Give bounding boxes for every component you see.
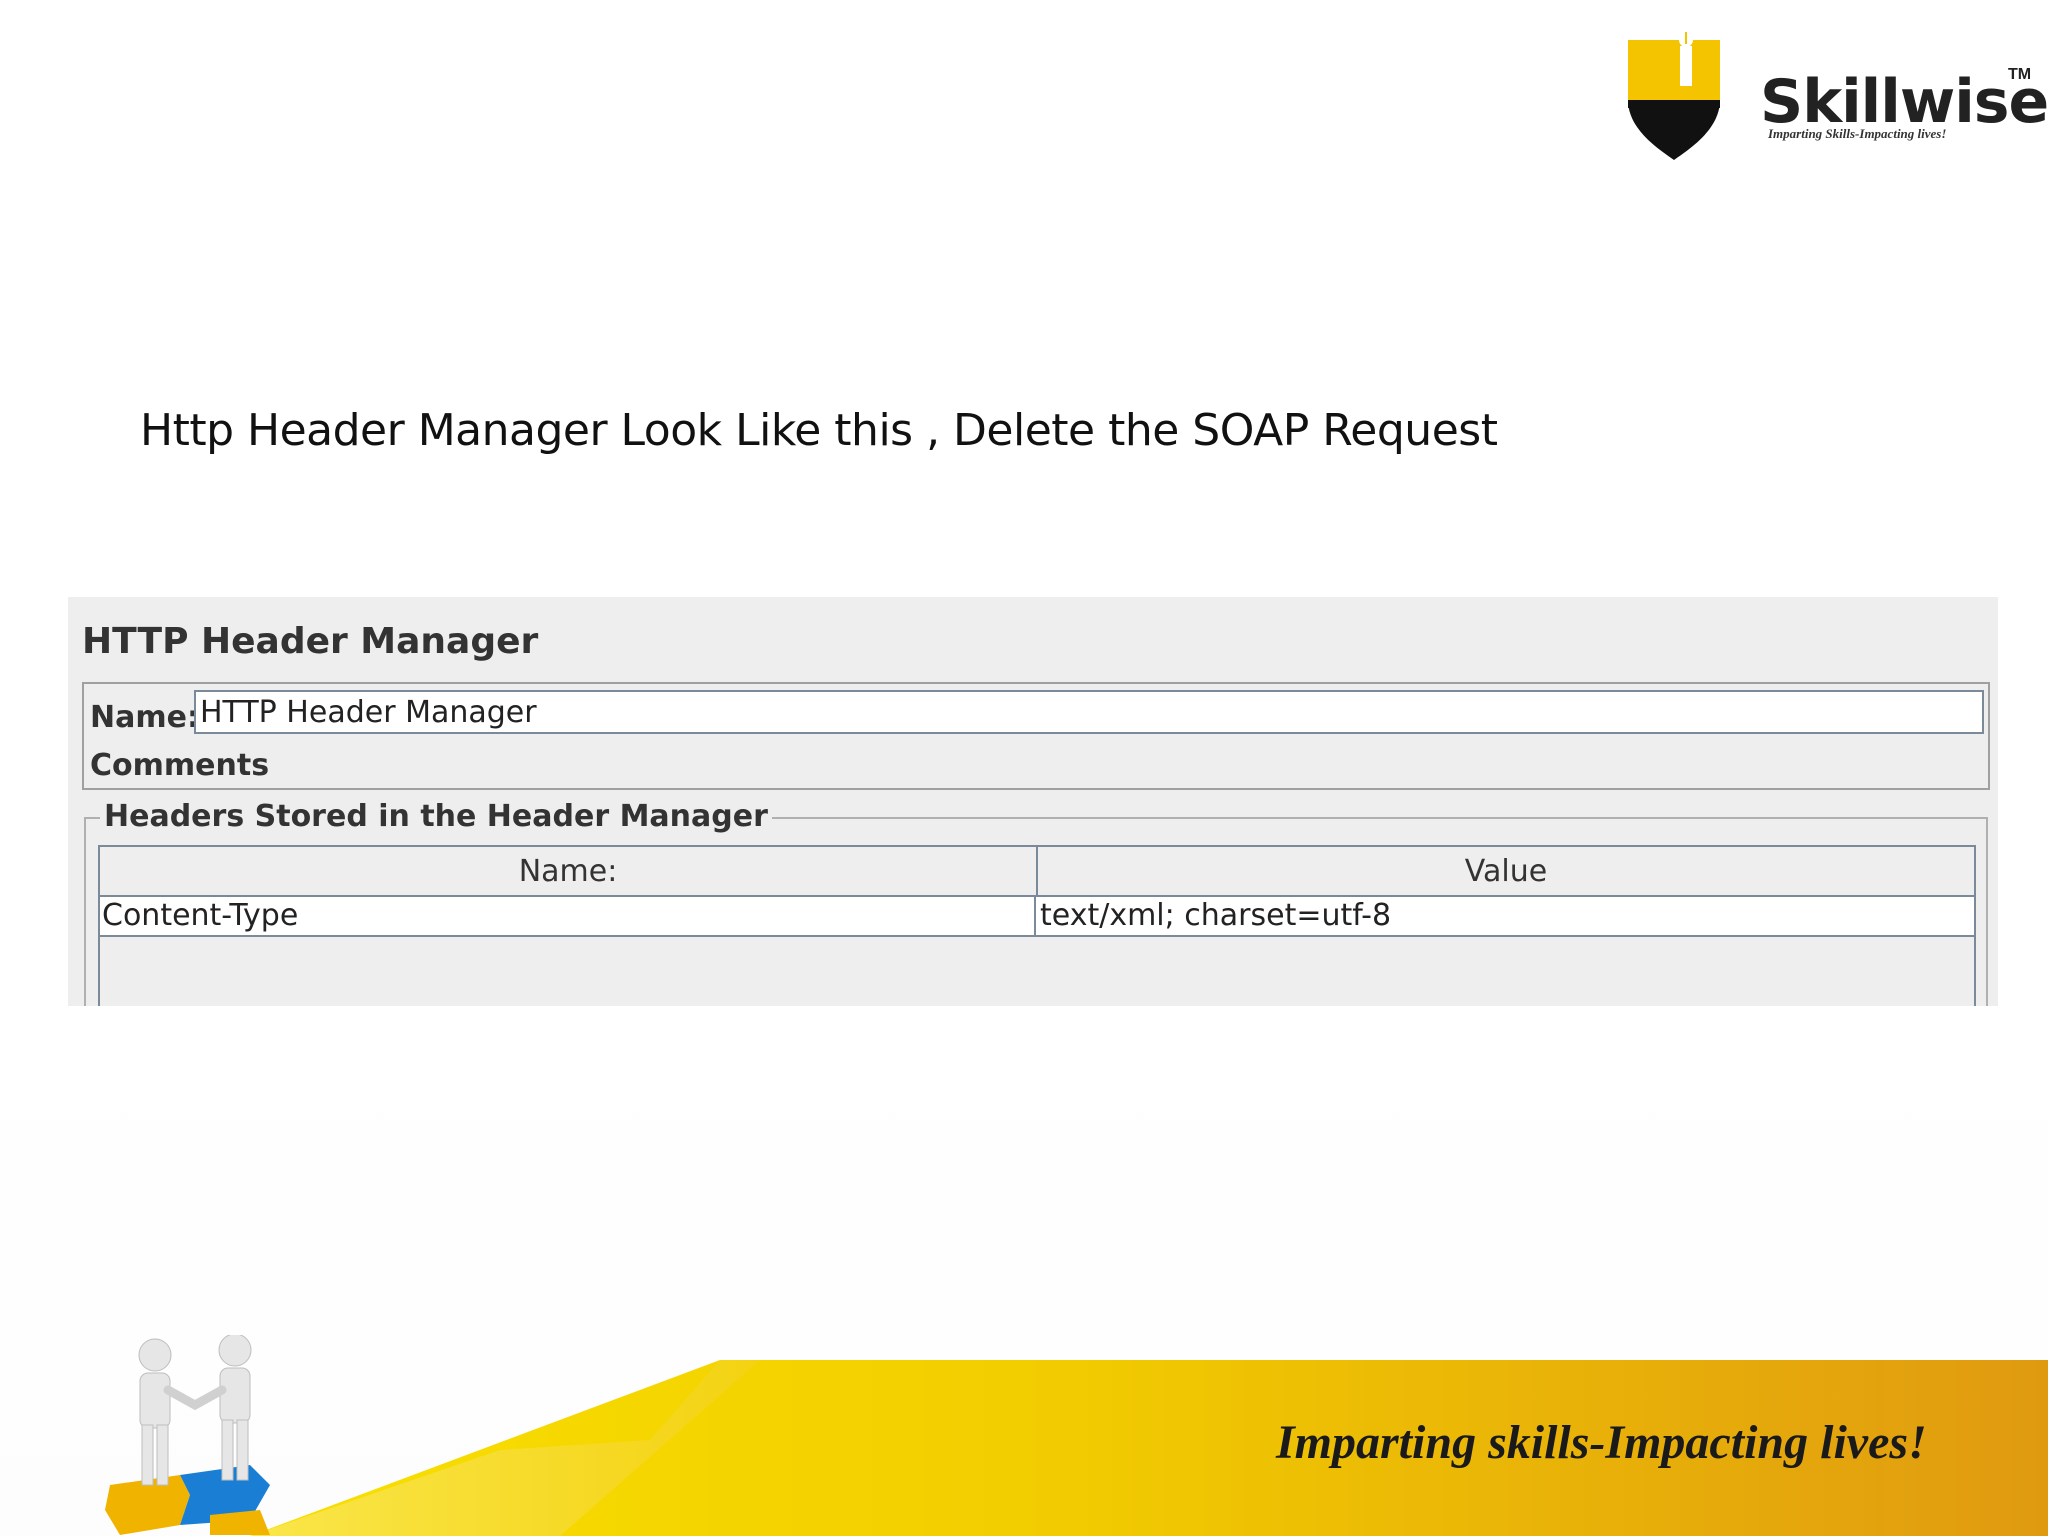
trademark-symbol: TM xyxy=(2008,66,2032,83)
http-header-manager-panel: HTTP Header Manager Name: Comments: Head… xyxy=(68,597,1998,1006)
brand-name: Skillwise xyxy=(1760,67,2048,137)
table-cell-name[interactable]: Content-Type xyxy=(100,897,1036,935)
panel-title: HTTP Header Manager xyxy=(82,621,539,662)
comments-label: Comments: xyxy=(90,748,282,783)
headers-group-label: Headers Stored in the Header Manager xyxy=(100,799,772,834)
comments-field[interactable] xyxy=(270,742,1984,782)
slide-instruction: Http Header Manager Look Like this , Del… xyxy=(140,405,1498,456)
column-header-name[interactable]: Name: xyxy=(100,847,1038,897)
table-row[interactable]: Content-Type text/xml; charset=utf-8 xyxy=(100,897,1974,937)
headers-table: Name: Value Content-Type text/xml; chars… xyxy=(98,845,1976,1006)
headers-group: Headers Stored in the Header Manager Nam… xyxy=(84,799,1988,1006)
name-comments-box: Name: Comments: xyxy=(82,682,1990,790)
logo-tagline: Imparting Skills-Impacting lives! xyxy=(1768,126,1947,141)
handshake-puzzle-illustration xyxy=(105,1335,270,1535)
name-label: Name: xyxy=(90,700,199,735)
column-header-value[interactable]: Value xyxy=(1038,847,1974,897)
table-cell-value[interactable]: text/xml; charset=utf-8 xyxy=(1038,897,1976,935)
shield-logo-icon xyxy=(1628,32,1720,160)
skillwise-logo: Skillwise TM Imparting Skills-Impacting … xyxy=(1620,30,2048,180)
name-field[interactable] xyxy=(194,690,1984,734)
footer-tagline: Imparting skills-Impacting lives! xyxy=(1276,1416,1927,1469)
